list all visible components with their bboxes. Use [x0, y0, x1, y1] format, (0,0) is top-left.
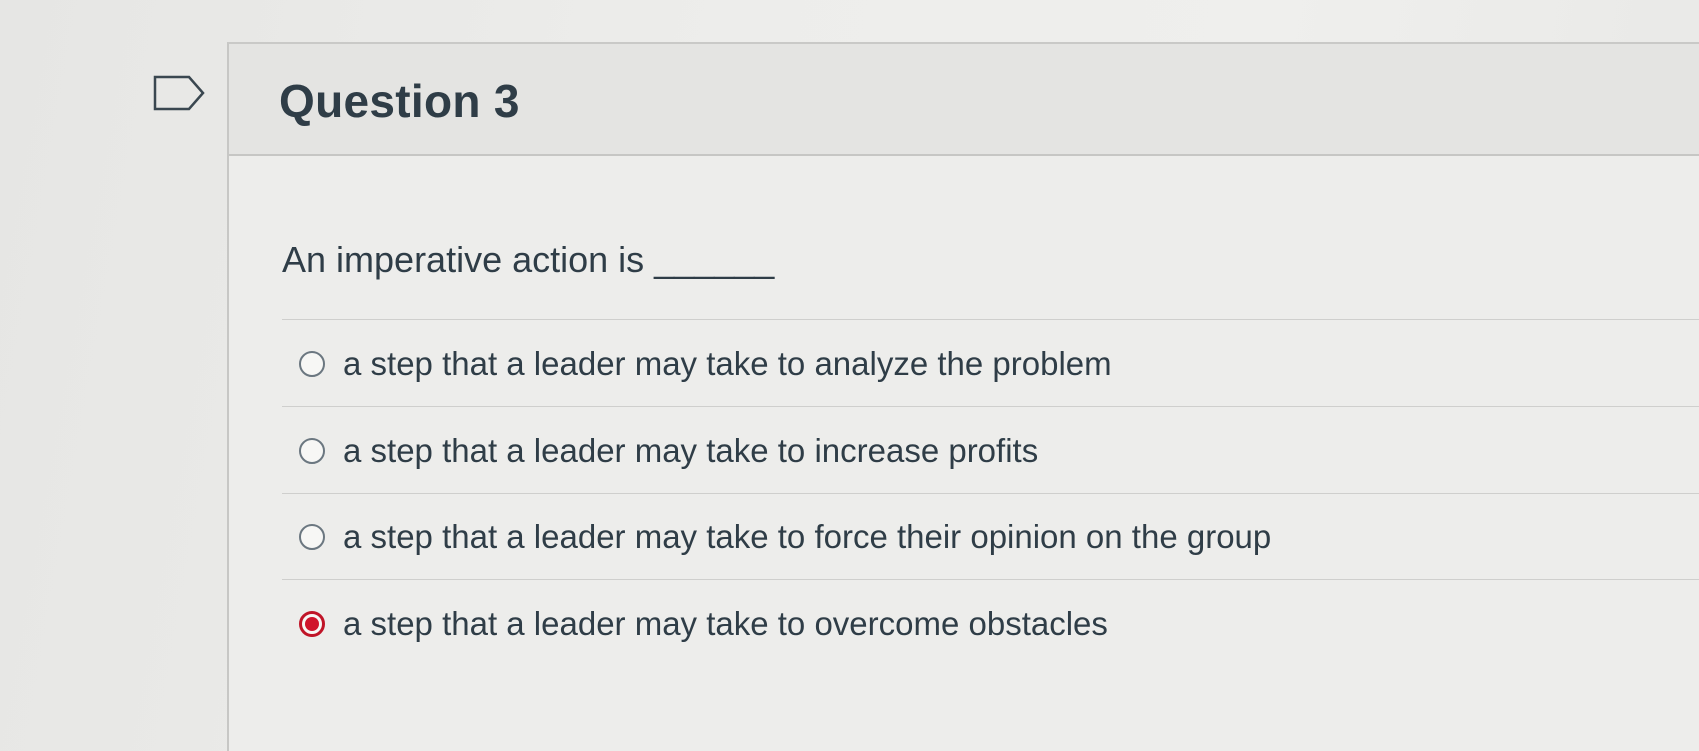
answer-label: a step that a leader may take to increas… — [343, 432, 1039, 469]
answer-label: a step that a leader may take to force t… — [343, 518, 1272, 555]
answers-top-divider — [282, 319, 1699, 320]
answer-label: a step that a leader may take to analyze… — [343, 345, 1112, 382]
quiz-page: Question 3 An imperative action is _____… — [0, 0, 1699, 751]
answer-divider — [282, 493, 1699, 494]
question-header: Question 3 — [229, 44, 1699, 156]
answer-option-2[interactable]: a step that a leader may take to increas… — [299, 426, 1038, 476]
radio-button-unselected[interactable] — [299, 351, 325, 377]
answer-divider — [282, 406, 1699, 407]
radio-button-unselected[interactable] — [299, 524, 325, 550]
question-prompt: An imperative action is ______ — [282, 239, 775, 280]
radio-button-selected[interactable] — [299, 611, 325, 637]
radio-button-unselected[interactable] — [299, 438, 325, 464]
answer-option-4[interactable]: a step that a leader may take to overcom… — [299, 599, 1108, 649]
question-title: Question 3 — [279, 75, 520, 127]
question-card: Question 3 An imperative action is _____… — [227, 42, 1699, 751]
answer-option-3[interactable]: a step that a leader may take to force t… — [299, 512, 1271, 562]
answer-label: a step that a leader may take to overcom… — [343, 605, 1108, 642]
answer-option-1[interactable]: a step that a leader may take to analyze… — [299, 339, 1112, 389]
answer-divider — [282, 579, 1699, 580]
radio-selected-dot — [305, 617, 319, 631]
flag-question-icon[interactable] — [153, 75, 205, 111]
